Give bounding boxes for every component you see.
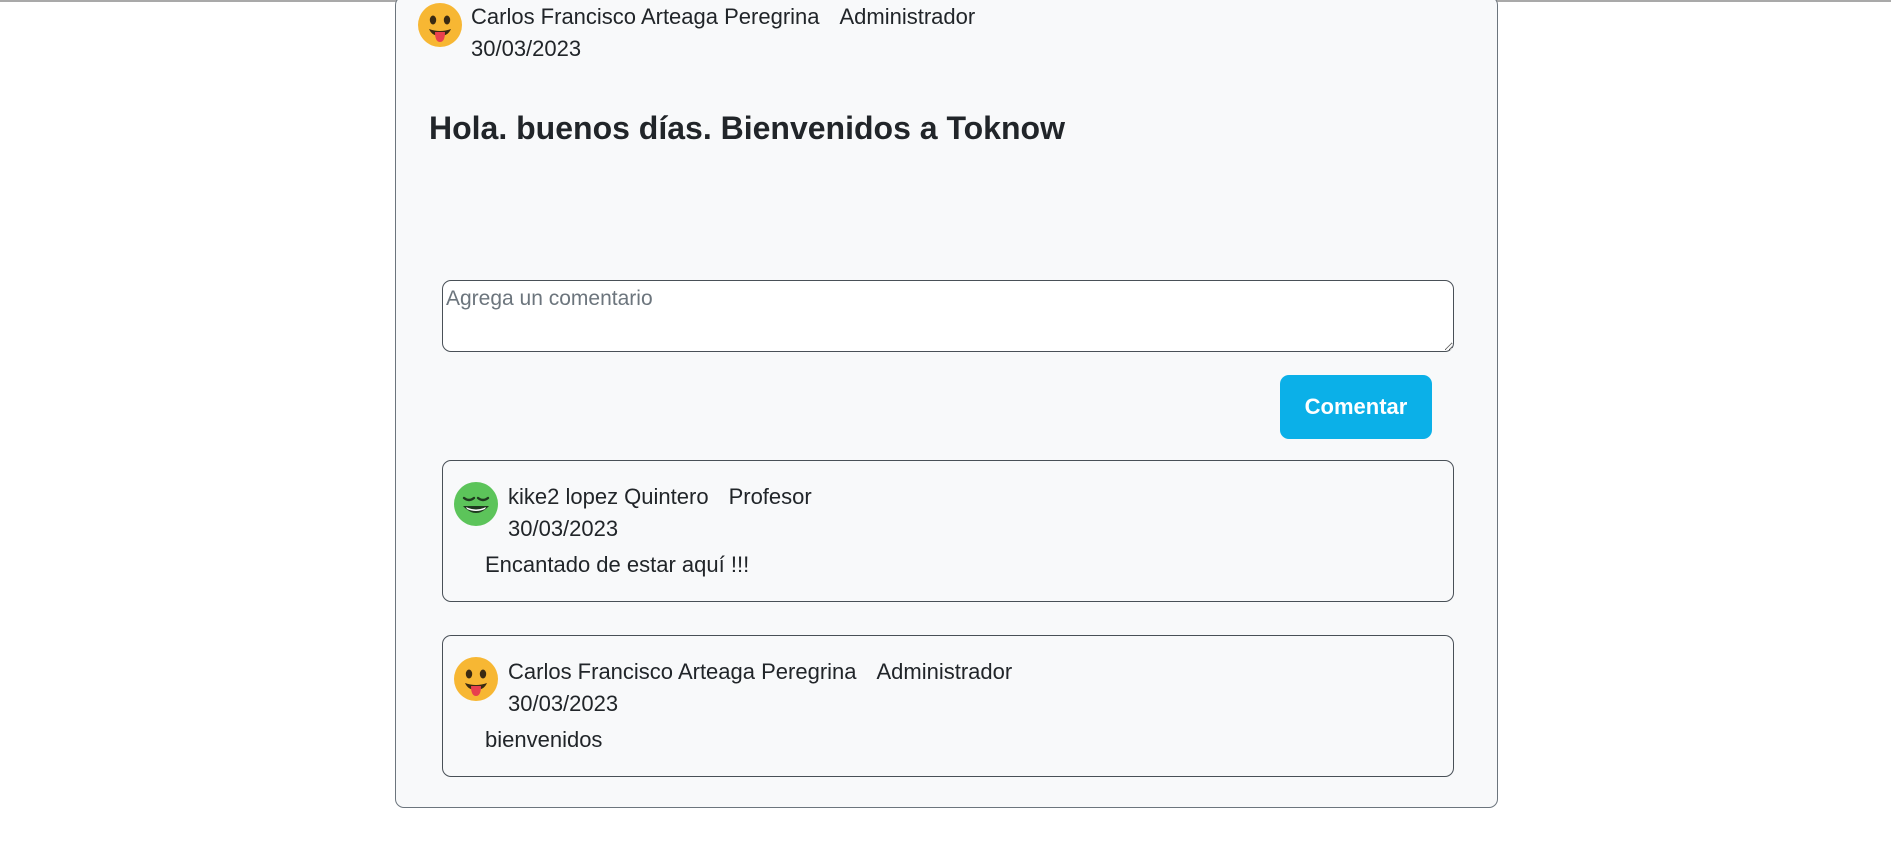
post-author-role: Administrador xyxy=(839,4,976,29)
comment-author-avatar xyxy=(454,657,498,701)
post-author-line: Carlos Francisco Arteaga Peregrina Admini… xyxy=(471,4,975,30)
comment-author-name: kike2 lopez Quintero xyxy=(508,484,709,509)
comment-author-line: Carlos Francisco Arteaga Peregrina Admini… xyxy=(508,659,1012,685)
post-date: 30/03/2023 xyxy=(471,36,582,61)
comment-card: Carlos Francisco Arteaga Peregrina Admini… xyxy=(442,635,1454,777)
comment-input[interactable] xyxy=(442,280,1454,352)
post-title: Hola. buenos días. Bienvenidos a Toknow xyxy=(429,110,1065,146)
comment-text: Encantado de estar aquí !!! xyxy=(485,552,750,577)
comment-author-role: Administrador xyxy=(876,659,1013,684)
comment-card: kike2 lopez Quintero Profesor 30/03/2023 … xyxy=(442,460,1454,602)
comment-date: 30/03/2023 xyxy=(508,691,619,716)
tongue-out-emoji-icon xyxy=(418,3,462,47)
post-card: Carlos Francisco Arteaga Peregrina Admini… xyxy=(395,0,1498,808)
author-avatar xyxy=(418,3,462,47)
tongue-out-emoji-icon xyxy=(454,657,498,701)
grinning-squint-emoji-icon xyxy=(454,482,498,526)
post-author-name: Carlos Francisco Arteaga Peregrina xyxy=(471,4,820,29)
comment-submit-button[interactable]: Comentar xyxy=(1280,375,1432,439)
comment-author-line: kike2 lopez Quintero Profesor xyxy=(508,484,812,510)
comment-date: 30/03/2023 xyxy=(508,516,619,541)
comment-author-name: Carlos Francisco Arteaga Peregrina xyxy=(508,659,857,684)
comment-text: bienvenidos xyxy=(485,727,603,752)
comment-author-role: Profesor xyxy=(728,484,812,509)
comment-author-avatar xyxy=(454,482,498,526)
